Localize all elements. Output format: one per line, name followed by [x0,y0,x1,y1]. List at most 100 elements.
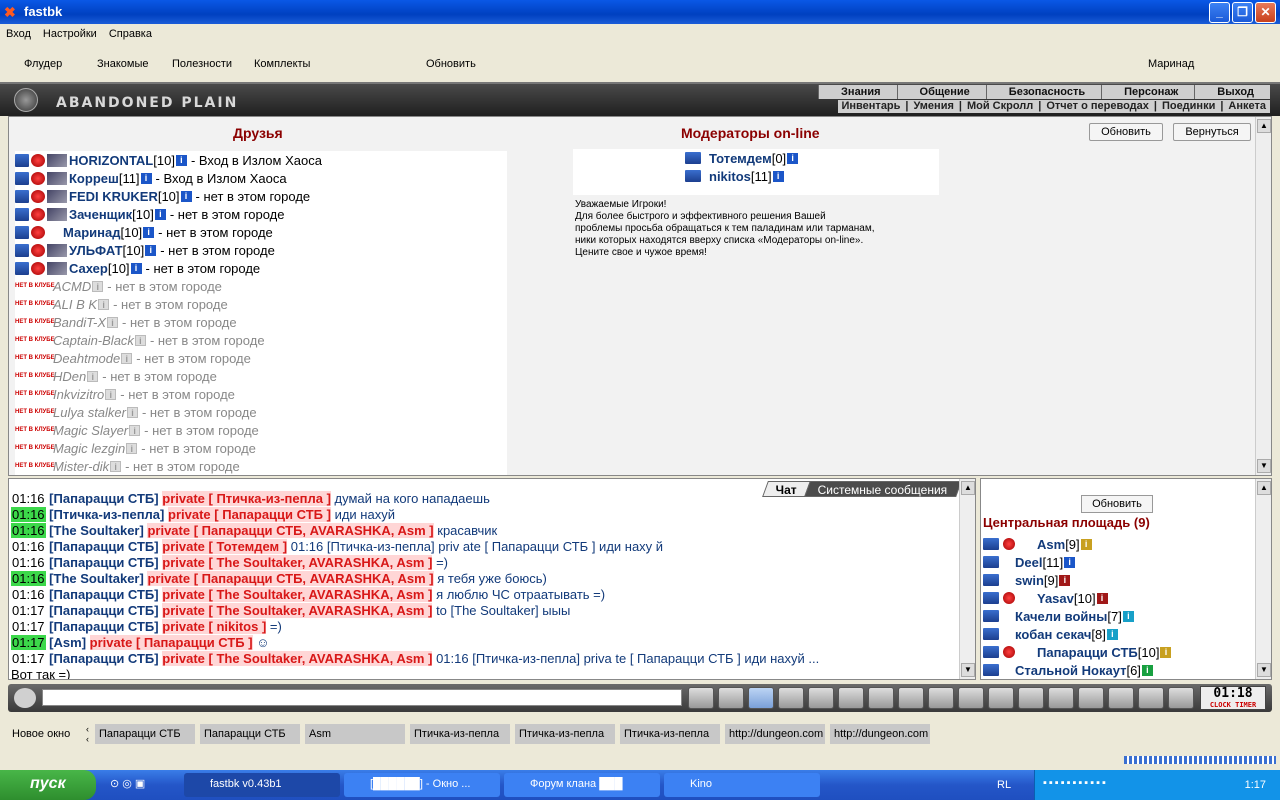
smiley-icon[interactable] [898,687,924,709]
info-icon[interactable]: i [126,406,138,418]
friend-row[interactable]: HORIZONTAL [10] i - Вход в Излом Хаоса [15,151,507,169]
menu-help[interactable]: Справка [109,28,152,40]
window-tab[interactable]: Asm [305,724,405,744]
info-icon[interactable]: i [1106,628,1118,640]
bag-icon[interactable] [988,687,1014,709]
info-icon[interactable]: i [110,460,122,472]
new-window-button[interactable]: Новое окно [12,728,70,740]
moderator-row[interactable]: nikitos [11] i [573,167,939,185]
eraser-icon[interactable] [718,687,744,709]
chevron-icon[interactable] [958,687,984,709]
info-icon[interactable]: i [1064,556,1076,568]
friend-row-offline[interactable]: НЕТ В КЛУБЕ ALI B Ki- нет в этом городе [15,295,507,313]
friend-row-offline[interactable]: НЕТ В КЛУБЕ BandiT-X i - нет в этом городе [15,313,507,331]
scroll-down-icon[interactable]: ▼ [1257,459,1271,473]
menu-knowledge[interactable]: Знания [818,85,896,99]
contacts-button[interactable]: Знакомые [97,58,148,70]
friend-row-offline[interactable]: НЕТ В КЛУБЕ Mister-dik i - нет в этом город… [15,457,507,475]
friend-row-offline[interactable]: НЕТ В КЛУБЕ Magic Slayer i - нет в этом гор… [15,421,507,439]
taskbar-task[interactable]: Kino [664,773,820,797]
maximize-button[interactable]: ❐ [1232,2,1253,23]
menu-login[interactable]: Вход [6,28,31,40]
taskbar-task[interactable]: fastbk v0.43b1 [184,773,340,797]
menu-scroll[interactable]: Мой Скролл [963,100,1037,113]
window-tab[interactable]: Птичка-из-пепла [515,724,615,744]
shield-icon[interactable] [1078,687,1104,709]
friend-row-offline[interactable]: НЕТ В КЛУБЕ Magic lezgin i - нет в этом гор… [15,439,507,457]
info-icon[interactable]: i [1160,646,1172,658]
menu-security[interactable]: Безопасность [985,85,1101,99]
people-icon[interactable] [1108,687,1134,709]
utilities-button[interactable]: Полезности [172,58,232,70]
info-icon[interactable]: i [87,370,99,382]
info-icon[interactable]: i [98,298,110,310]
toolbar-refresh-button[interactable]: Обновить [426,58,476,70]
info-icon[interactable]: i [1059,574,1071,586]
friends-refresh-button[interactable]: Обновить [1089,123,1163,141]
back-button[interactable]: Вернуться [1173,123,1251,141]
scroll-up-icon[interactable]: ▲ [1257,481,1271,495]
info-icon[interactable]: i [130,262,142,274]
friend-row-offline[interactable]: НЕТ В КЛУБЕ ACMD i - нет в этом городе [15,277,507,295]
info-icon[interactable]: i [92,280,104,292]
friends-scrollbar[interactable]: ▲ ▼ [1255,117,1271,475]
info-icon[interactable]: i [107,316,118,328]
friend-row-offline[interactable]: НЕТ В КЛУБЕ Captain-Black i - нет в этом го… [15,331,507,349]
info-icon[interactable]: i [143,226,155,238]
info-icon[interactable]: i [175,154,187,166]
menu-exit[interactable]: Выход [1194,85,1270,99]
room-user-row[interactable]: Качели войны [7] i [983,607,1175,625]
info-icon[interactable]: i [129,424,141,436]
menu-transfers[interactable]: Отчет о переводах [1042,100,1153,113]
info-icon[interactable]: i [787,152,799,164]
language-indicator[interactable]: RL [997,779,1011,791]
info-icon[interactable]: i [180,190,192,202]
scroll-down-icon[interactable]: ▼ [961,663,975,677]
scroll-up-icon[interactable]: ▲ [961,481,975,495]
chat-input[interactable] [42,689,682,706]
fight-icon[interactable] [808,687,834,709]
menu-inventory[interactable]: Инвентарь [838,100,905,113]
room-user-row[interactable]: Yasav [10] i [983,589,1175,607]
menu-skills[interactable]: Умения [910,100,958,113]
window-tab[interactable]: Птичка-из-пепла [620,724,720,744]
room-user-row[interactable]: Стальной Нокаут [6] i [983,661,1175,679]
room-refresh-button[interactable]: Обновить [1081,495,1153,513]
quicklaunch-icons[interactable]: ⊙ ◎ ▣ [110,777,145,790]
room-user-row[interactable]: Папарацци СТБ [10] i [983,643,1175,661]
friend-row[interactable]: УЛЬФАТ [10] i - нет в этом городе [15,241,507,259]
info-icon[interactable]: i [126,442,138,454]
scroll-down-icon[interactable]: ▼ [1257,663,1271,677]
info-icon[interactable]: i [1141,664,1153,676]
tabs-scroll-icon[interactable]: ‹ ‹ [86,724,89,744]
window-tab[interactable]: http://dungeon.com [830,724,930,744]
info-icon[interactable]: i [121,352,133,364]
info-icon[interactable]: i [1096,592,1108,604]
room-user-row[interactable]: swin [9] i [983,571,1175,589]
info-icon[interactable]: i [154,208,166,220]
flooder-button[interactable]: Флудер [24,58,62,70]
menu-duels[interactable]: Поединки [1158,100,1219,113]
scroll-icon[interactable] [1018,687,1044,709]
handshake-icon[interactable] [1138,687,1164,709]
moderator-row[interactable]: Тотемдем [0] i [573,149,939,167]
window-tab[interactable]: Папарацци СТБ [95,724,195,744]
taskbar-task[interactable]: Форум клана ███ [504,773,660,797]
exit-icon[interactable] [1168,687,1194,709]
sound-icon[interactable] [868,687,894,709]
menu-communication[interactable]: Общение [896,85,986,99]
menu-profile[interactable]: Анкета [1224,100,1270,113]
info-icon[interactable]: i [1122,610,1134,622]
chat-scrollbar[interactable]: ▲ ▼ [959,479,975,679]
chat-mode-icon[interactable] [14,688,36,708]
friend-row[interactable]: FEDI KRUKER [10] i - нет в этом городе [15,187,507,205]
friend-row-offline[interactable]: НЕТ В КЛУБЕ Inkvizitro i - нет в этом город… [15,385,507,403]
window-tab[interactable]: http://dungeon.com [725,724,825,744]
window-tab[interactable]: Птичка-из-пепла [410,724,510,744]
info-icon[interactable]: i [772,170,784,182]
window-tab[interactable]: Папарацци СТБ [200,724,300,744]
start-button[interactable]: пуск [0,770,96,800]
friend-row[interactable]: Сахер [10] i - нет в этом городе [15,259,507,277]
helmet-icon[interactable] [928,687,954,709]
send-icon[interactable] [688,687,714,709]
